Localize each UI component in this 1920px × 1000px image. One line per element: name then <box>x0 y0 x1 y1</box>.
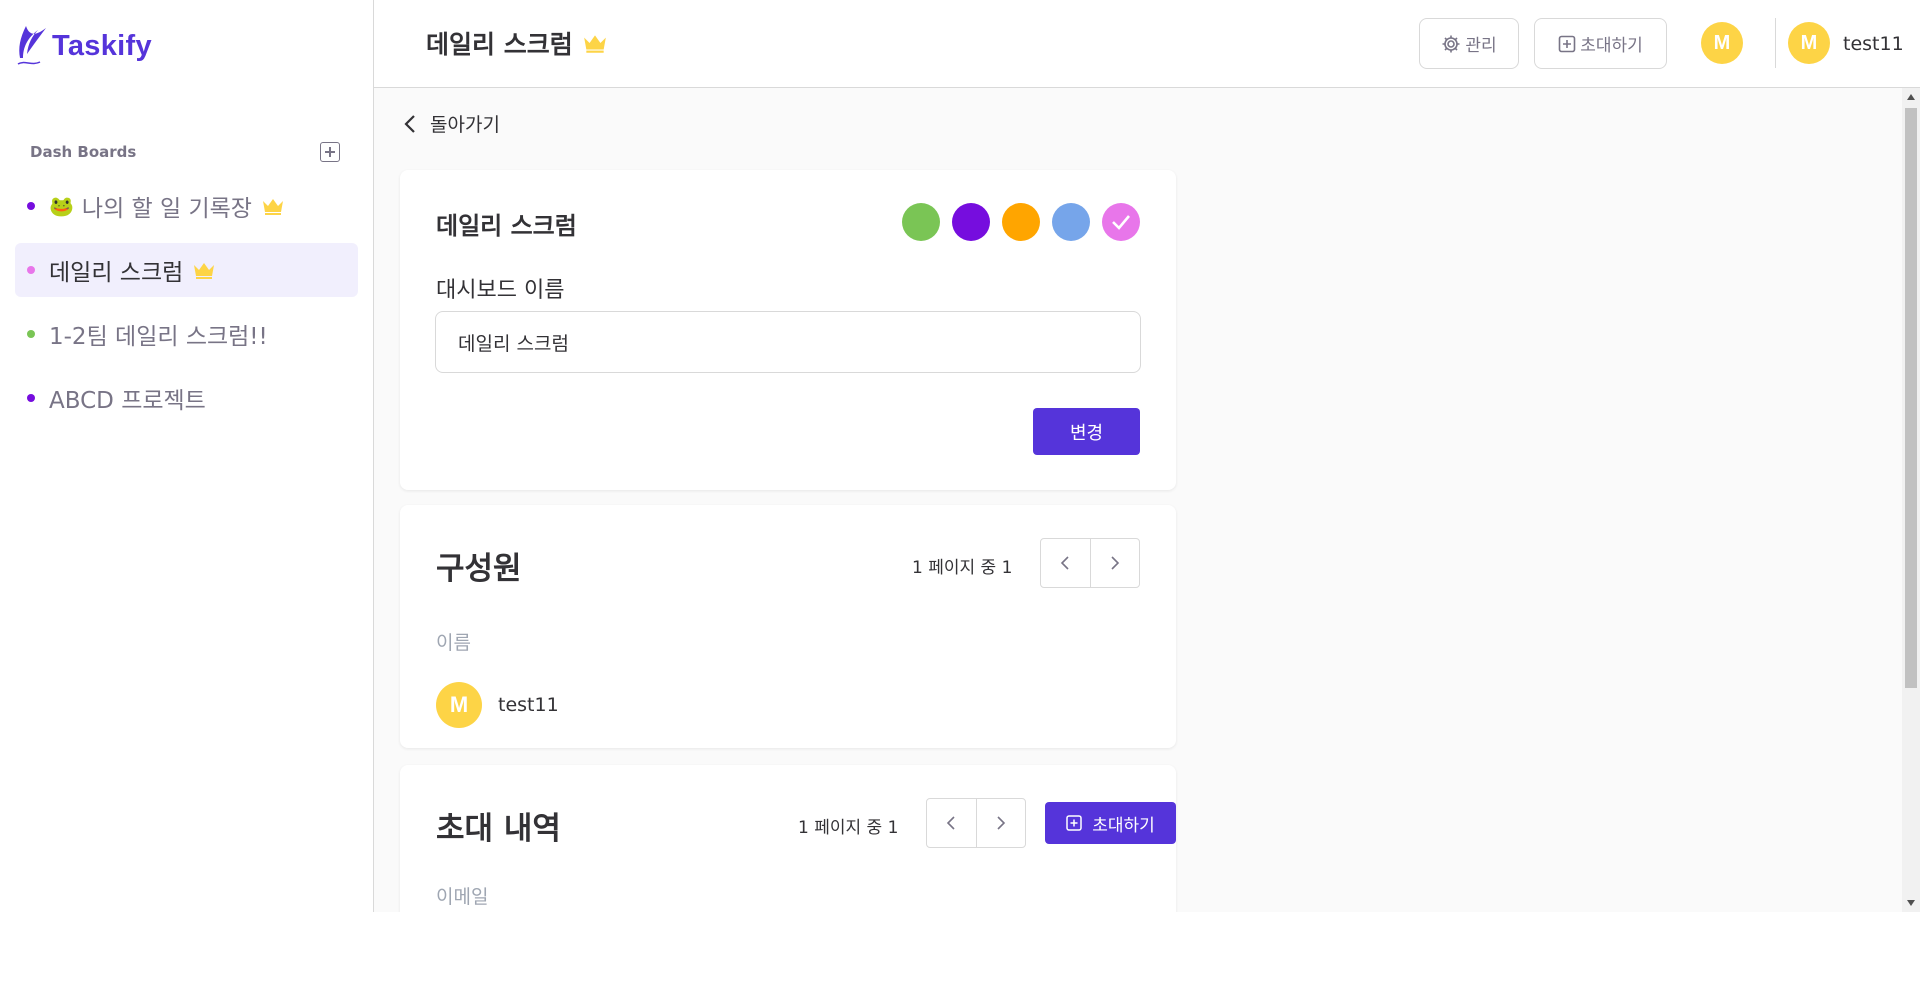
dashboard-name-label: 대시보드 이름 <box>436 278 565 303</box>
sidebar-item-label: 나의 할 일 기록장 <box>81 196 252 222</box>
chevron-right-icon <box>1111 556 1119 570</box>
chevron-left-icon <box>947 816 955 830</box>
scroll-down-arrow-icon[interactable] <box>1907 900 1915 906</box>
sidebar-item-board-4[interactable]: ABCD 프로젝트 <box>15 371 358 425</box>
sidebar-item-board-3[interactable]: 1-2팀 데일리 스크럼!! <box>15 307 358 361</box>
manage-button[interactable]: 관리 <box>1419 18 1519 69</box>
member-row: M test11 <box>436 682 559 728</box>
frog-emoji-icon: 🐸 <box>49 194 74 218</box>
chevron-left-icon <box>404 114 415 133</box>
board-color-dot <box>27 394 35 402</box>
board-color-dot <box>27 266 35 274</box>
page-title: 데일리 스크럼 <box>426 25 608 61</box>
members-next-page-button[interactable] <box>1089 539 1140 587</box>
sidebar-item-label: 1-2팀 데일리 스크럼!! <box>49 324 268 350</box>
members-title: 구성원 <box>436 551 522 587</box>
member-name: test11 <box>498 694 559 716</box>
dashboards-section-header: Dash Boards <box>30 142 340 162</box>
scrollbar-thumb[interactable] <box>1905 108 1917 688</box>
dashboards-section-title: Dash Boards <box>30 143 137 161</box>
color-option-blue[interactable] <box>1052 203 1090 241</box>
color-option-green[interactable] <box>902 203 940 241</box>
logo-text: Taskify <box>52 29 152 62</box>
page-title-text: 데일리 스크럼 <box>426 30 573 59</box>
invites-page-info: 1 페이지 중 1 <box>798 818 899 838</box>
back-link[interactable]: 돌아가기 <box>404 110 500 137</box>
user-name[interactable]: test11 <box>1843 33 1904 55</box>
invite-header-button-label: 초대하기 <box>1580 36 1643 56</box>
edit-card-title: 데일리 스크럼 <box>436 212 577 240</box>
top-header: 데일리 스크럼 관리 초대하기 M M test11 <box>374 0 1920 88</box>
invites-prev-page-button[interactable] <box>927 799 976 847</box>
color-option-pink[interactable] <box>1102 203 1140 241</box>
user-avatar[interactable]: M <box>1788 22 1830 64</box>
main-scrollbar[interactable] <box>1902 88 1920 912</box>
add-box-icon <box>1558 35 1576 52</box>
add-box-icon <box>1066 815 1082 831</box>
sidebar-item-label: ABCD 프로젝트 <box>49 388 206 414</box>
members-name-column-header: 이름 <box>436 632 471 654</box>
add-dashboard-icon[interactable] <box>320 142 340 162</box>
board-color-dot <box>27 330 35 338</box>
members-page-info: 1 페이지 중 1 <box>912 558 1013 578</box>
sidebar-item-board-1[interactable]: 🐸 나의 할 일 기록장 <box>15 179 358 233</box>
color-option-orange[interactable] <box>1002 203 1040 241</box>
invite-button[interactable]: 초대하기 <box>1045 802 1176 844</box>
invite-header-button[interactable]: 초대하기 <box>1534 18 1667 69</box>
chevron-left-icon <box>1061 556 1069 570</box>
scroll-up-arrow-icon[interactable] <box>1907 94 1915 100</box>
members-prev-page-button[interactable] <box>1041 539 1090 587</box>
manage-button-label: 관리 <box>1465 36 1497 56</box>
change-button[interactable]: 변경 <box>1033 408 1140 455</box>
taskify-logo-icon <box>17 26 46 65</box>
sidebar-item-board-2[interactable]: 데일리 스크럼 <box>15 243 358 297</box>
app-window: Taskify Dash Boards 🐸 나의 할 일 기록장 데일리 스크럼 <box>0 0 1920 912</box>
check-icon <box>1112 215 1130 230</box>
crown-icon <box>261 197 285 215</box>
invites-pagination <box>926 798 1026 848</box>
header-divider <box>1775 18 1776 68</box>
invites-next-page-button[interactable] <box>975 799 1026 847</box>
crown-icon <box>582 33 608 53</box>
back-link-label: 돌아가기 <box>430 114 500 136</box>
invites-email-column-header: 이메일 <box>436 886 489 908</box>
chevron-right-icon <box>997 816 1005 830</box>
members-pagination <box>1040 538 1140 588</box>
sidebar-item-label: 데일리 스크럼 <box>49 260 184 286</box>
color-option-purple[interactable] <box>952 203 990 241</box>
member-avatar: M <box>436 682 482 728</box>
board-color-dot <box>27 202 35 210</box>
logo[interactable]: Taskify <box>14 24 152 68</box>
gear-icon <box>1442 35 1460 52</box>
dashboard-list: 🐸 나의 할 일 기록장 데일리 스크럼 1-2팀 데일리 스크럼!! ABCD <box>15 179 358 435</box>
dashboard-name-input[interactable] <box>435 311 1141 373</box>
invite-button-label: 초대하기 <box>1092 815 1155 836</box>
invites-title: 초대 내역 <box>436 811 561 847</box>
crown-icon <box>192 261 216 279</box>
sidebar: Taskify Dash Boards 🐸 나의 할 일 기록장 데일리 스크럼 <box>0 0 374 912</box>
member-avatar[interactable]: M <box>1701 22 1743 64</box>
